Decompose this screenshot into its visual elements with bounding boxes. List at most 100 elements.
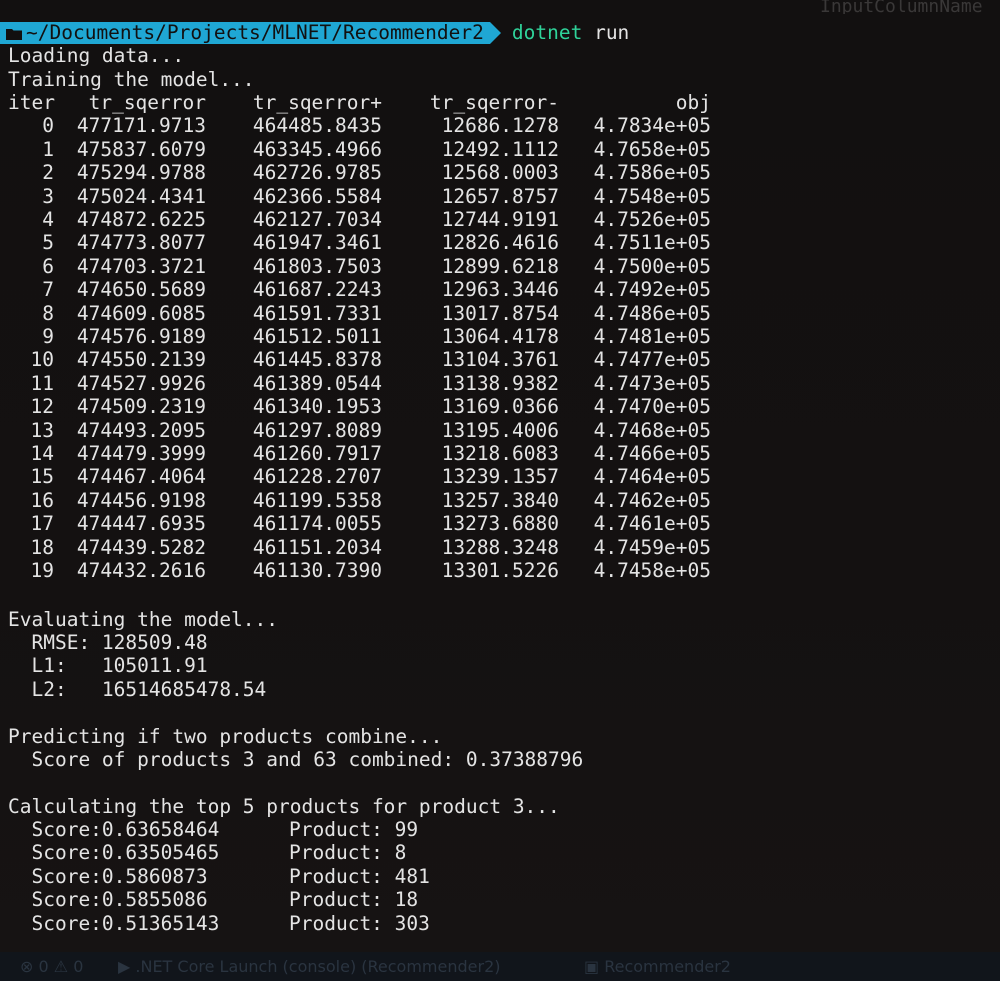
- product-id: Product: 8: [289, 841, 407, 865]
- table-cell: 17: [30, 512, 54, 536]
- folder-icon: [6, 29, 22, 40]
- problems-indicator[interactable]: ⊗ 0 ⚠ 0: [20, 952, 83, 981]
- table-cell: 461687.2243: [252, 278, 382, 302]
- table-cell: 4: [42, 208, 54, 231]
- table-cell: 13301.5226: [441, 559, 559, 582]
- product-id: Product: 18: [289, 888, 419, 912]
- command-name: dotnet: [511, 21, 583, 44]
- table-cell: 461340.1953: [252, 395, 382, 419]
- metric-line: L1: 105011.91: [8, 654, 208, 678]
- table-cell: 475294.9788: [76, 161, 206, 185]
- table-cell: 4.7548e+05: [593, 184, 711, 208]
- table-cell: 4.7477e+05: [593, 348, 711, 372]
- prompt-command: dotnet run: [512, 22, 629, 44]
- table-cell: 13064.4178: [441, 325, 559, 348]
- background-editor-ghost-text: InputColumnName: [820, 0, 983, 14]
- launch-config[interactable]: ▶ .NET Core Launch (console) (Recommende…: [118, 952, 501, 981]
- predicting-message: Predicting if two products combine...: [8, 725, 443, 748]
- table-cell: 461199.5358: [252, 488, 382, 512]
- table-cell: 6: [42, 254, 54, 278]
- table-cell: 4.7458e+05: [593, 559, 711, 582]
- combined-score-line: Score of products 3 and 63 combined: 0.3…: [8, 748, 584, 771]
- table-header-cell: obj: [675, 91, 711, 114]
- table-cell: 4.7464e+05: [593, 465, 711, 489]
- table-cell: 13218.6083: [441, 442, 559, 465]
- loading-message: Loading data...: [8, 44, 185, 67]
- table-cell: 474467.4064: [76, 465, 206, 489]
- table-cell: 14: [30, 442, 54, 465]
- table-cell: 4.7462e+05: [593, 488, 711, 512]
- table-cell: 461512.5011: [252, 325, 382, 348]
- table-cell: 463345.4966: [252, 137, 382, 161]
- table-cell: 462127.7034: [252, 208, 382, 231]
- table-cell: 4.7481e+05: [593, 325, 711, 348]
- table-cell: 13257.3840: [441, 488, 559, 512]
- table-cell: 462366.5584: [252, 184, 382, 208]
- table-cell: 475837.6079: [76, 137, 206, 161]
- table-cell: 461803.7503: [252, 254, 382, 278]
- table-cell: 4.7468e+05: [593, 418, 711, 442]
- table-cell: 474432.2616: [76, 559, 206, 582]
- table-cell: 9: [42, 325, 54, 348]
- table-cell: 12826.4616: [441, 231, 559, 255]
- table-cell: 4.7459e+05: [593, 535, 711, 559]
- product-score: Score:0.51365143: [8, 911, 220, 935]
- product-score: Score:0.5860873: [8, 864, 208, 888]
- product-id: Product: 481: [289, 864, 430, 888]
- table-cell: 461389.0544: [252, 371, 382, 395]
- table-cell: 13273.6880: [441, 512, 559, 536]
- prompt-path-segment: ~/Documents/Projects/MLNET/Recommender2: [0, 22, 490, 44]
- table-cell: 477171.9713: [76, 114, 206, 138]
- table-cell: 4.7492e+05: [593, 278, 711, 302]
- table-cell: 12686.1278: [441, 114, 559, 138]
- table-cell: 461174.0055: [252, 512, 382, 536]
- table-cell: 3: [42, 184, 54, 208]
- prompt-path: ~/Documents/Projects/MLNET/Recommender2: [26, 21, 484, 44]
- product-id: Product: 303: [289, 911, 430, 935]
- table-cell: 4.7470e+05: [593, 395, 711, 419]
- table-cell: 8: [42, 301, 54, 325]
- evaluating-message: Evaluating the model...: [8, 608, 279, 631]
- table-cell: 12568.0003: [441, 161, 559, 185]
- table-cell: 474456.9198: [76, 488, 206, 512]
- table-cell: 4.7486e+05: [593, 301, 711, 325]
- table-cell: 474493.2095: [76, 418, 206, 442]
- table-cell: 12963.3446: [441, 278, 559, 302]
- table-cell: 461260.7917: [252, 442, 382, 465]
- table-cell: 4.7473e+05: [593, 371, 711, 395]
- table-cell: 461130.7390: [252, 559, 382, 582]
- table-cell: 461228.2707: [252, 465, 382, 489]
- table-cell: 13104.3761: [441, 348, 559, 372]
- metric-line: L2: 16514685478.54: [8, 677, 267, 701]
- table-cell: 464485.8435: [252, 114, 382, 138]
- calculating-message: Calculating the top 5 products for produ…: [8, 795, 560, 818]
- table-cell: 10: [30, 348, 54, 372]
- table-cell: 474439.5282: [76, 535, 206, 559]
- table-cell: 2: [42, 161, 54, 185]
- table-cell: 474609.6085: [76, 301, 206, 325]
- product-score: Score:0.63505465: [8, 841, 220, 865]
- table-cell: 474650.5689: [76, 278, 206, 302]
- table-cell: 4.7500e+05: [593, 254, 711, 278]
- table-cell: 12657.8757: [441, 184, 559, 208]
- table-cell: 7: [42, 278, 54, 302]
- table-cell: 13: [30, 418, 54, 442]
- table-cell: 4.7586e+05: [593, 161, 711, 185]
- project-indicator[interactable]: ▣ Recommender2: [584, 952, 731, 981]
- table-cell: 474576.9189: [76, 325, 206, 348]
- table-cell: 461151.2034: [252, 535, 382, 559]
- table-cell: 11: [30, 371, 54, 395]
- table-cell: 4.7511e+05: [593, 231, 711, 255]
- table-cell: 13239.1357: [441, 465, 559, 489]
- table-cell: 12744.9191: [441, 208, 559, 231]
- table-cell: 4.7461e+05: [593, 512, 711, 536]
- table-cell: 474773.8077: [76, 231, 206, 255]
- table-cell: 12492.1112: [441, 137, 559, 161]
- table-cell: 474527.9926: [76, 371, 206, 395]
- table-cell: 13138.9382: [441, 371, 559, 395]
- table-cell: 19: [30, 559, 54, 582]
- terminal-panel[interactable]: InputColumnName ~/Documents/Projects/MLN…: [0, 0, 1000, 952]
- table-cell: 461445.8378: [252, 348, 382, 372]
- table-cell: 461591.7331: [252, 301, 382, 325]
- table-header-cell: iter: [8, 91, 55, 114]
